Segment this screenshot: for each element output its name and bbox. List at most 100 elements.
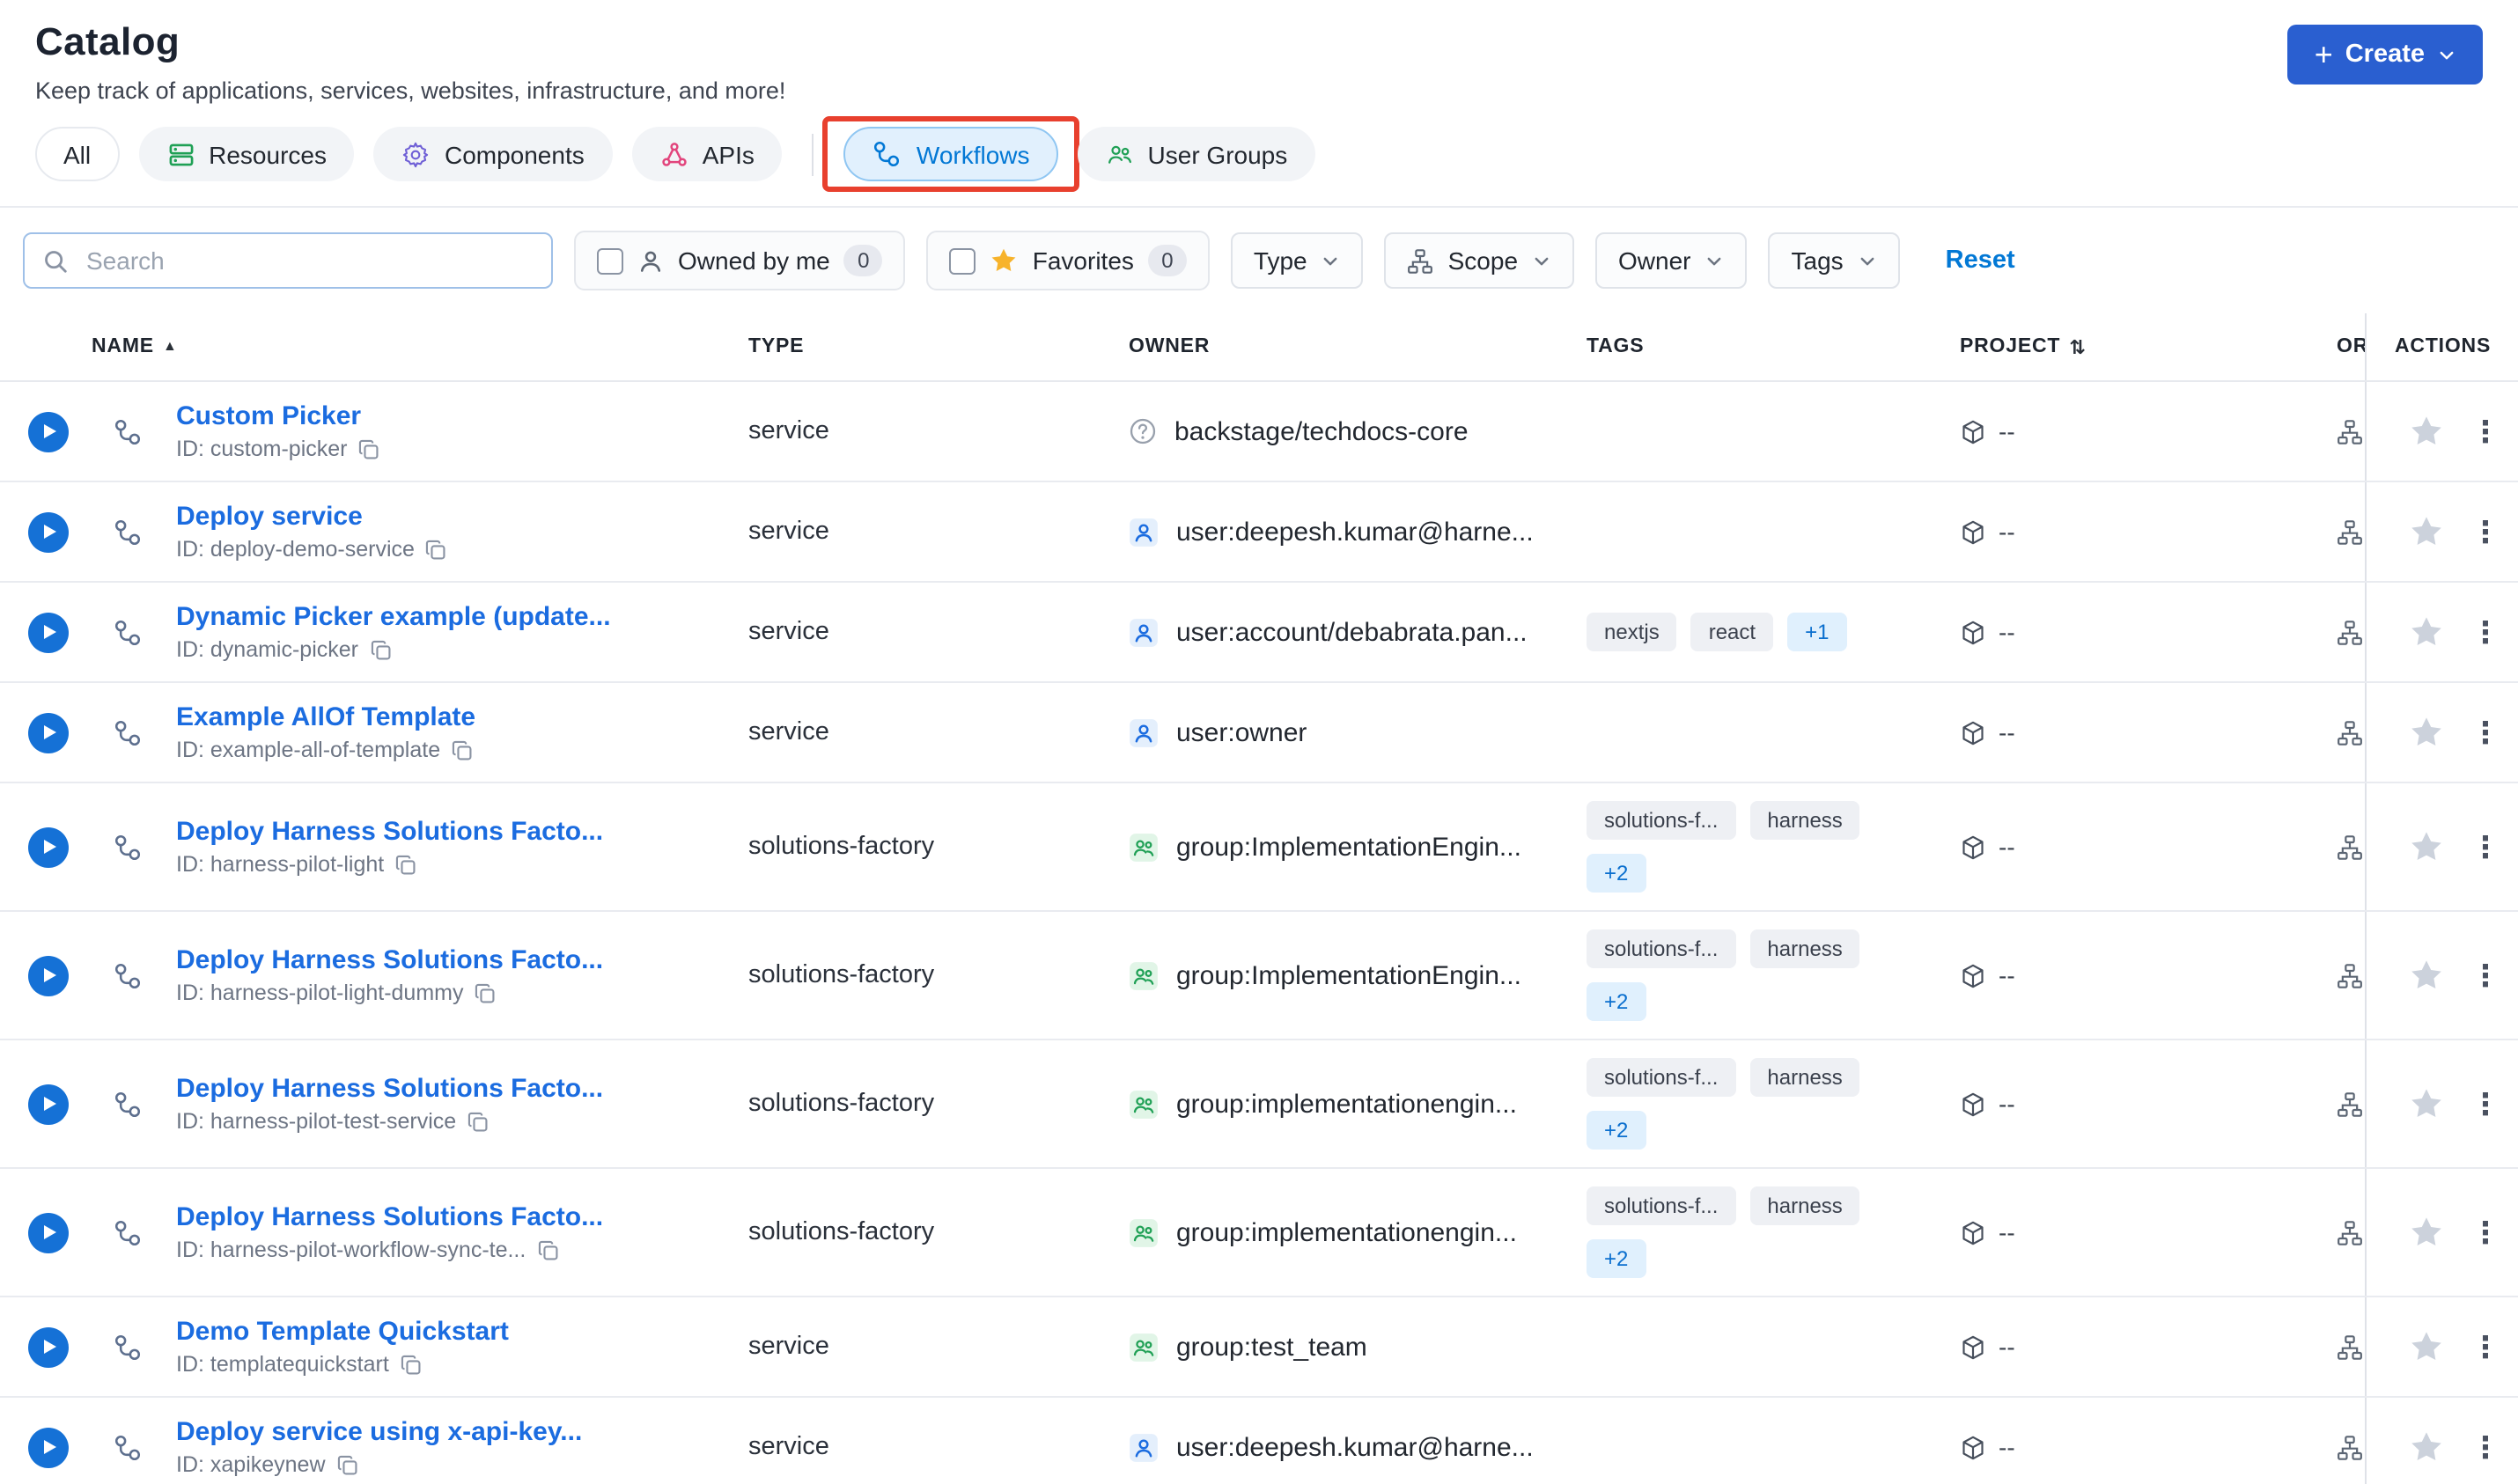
workflow-name-link[interactable]: Deploy Harness Solutions Facto... — [176, 1202, 603, 1232]
copy-icon[interactable] — [425, 538, 448, 561]
page-subtitle: Keep track of applications, services, we… — [35, 77, 786, 104]
favorite-star-icon[interactable] — [2409, 1215, 2444, 1250]
column-header-name[interactable]: NAME ▲ — [0, 336, 748, 357]
filter-dropdown-owner[interactable]: Owner — [1595, 232, 1748, 289]
favorite-star-icon[interactable] — [2409, 715, 2444, 750]
favorite-star-icon[interactable] — [2409, 829, 2444, 864]
launch-workflow-button[interactable] — [28, 712, 69, 753]
tab-workflows[interactable]: Workflows — [822, 116, 1080, 192]
workflow-name-link[interactable]: Dynamic Picker example (update... — [176, 602, 611, 632]
workflow-name-link[interactable]: Deploy service using x-api-key... — [176, 1417, 582, 1447]
copy-icon[interactable] — [475, 981, 497, 1004]
table-row: Deploy Harness Solutions Facto... ID: ha… — [0, 783, 2518, 912]
column-header-project[interactable]: PROJECT ⇅ — [1960, 336, 2337, 357]
copy-icon[interactable] — [451, 738, 474, 761]
copy-icon[interactable] — [369, 638, 392, 661]
tags-list — [1587, 514, 1921, 549]
kebab-menu-icon[interactable]: ⋮ — [2470, 1332, 2500, 1362]
workflow-name-link[interactable]: Deploy Harness Solutions Facto... — [176, 1074, 603, 1104]
kebab-menu-icon[interactable]: ⋮ — [2470, 1217, 2500, 1247]
kebab-menu-icon[interactable]: ⋮ — [2470, 832, 2500, 862]
filter-dropdown-tags[interactable]: Tags — [1768, 232, 1900, 289]
owner-value: group:implementationengin... — [1176, 1217, 1517, 1247]
copy-icon[interactable] — [358, 437, 381, 460]
copy-icon[interactable] — [400, 1353, 423, 1376]
type-value: solutions-factory — [748, 833, 935, 861]
kebab-menu-icon[interactable]: ⋮ — [2470, 416, 2500, 446]
launch-workflow-button[interactable] — [28, 511, 69, 552]
launch-workflow-button[interactable] — [28, 1427, 69, 1467]
type-value: service — [748, 518, 829, 546]
table-row: Demo Template Quickstart ID: templatequi… — [0, 1297, 2518, 1398]
search-box[interactable] — [23, 232, 553, 289]
workflow-name-link[interactable]: Example AllOf Template — [176, 702, 475, 732]
type-value: service — [748, 1333, 829, 1361]
package-icon — [1960, 619, 1986, 645]
reset-filters-link[interactable]: Reset — [1946, 246, 2015, 275]
workflow-id: ID: harness-pilot-workflow-sync-te... — [176, 1238, 526, 1262]
kebab-menu-icon[interactable]: ⋮ — [2470, 717, 2500, 747]
kebab-menu-icon[interactable]: ⋮ — [2470, 517, 2500, 547]
workflow-name-link[interactable]: Custom Picker — [176, 401, 361, 431]
workflow-icon — [113, 517, 143, 547]
launch-workflow-button[interactable] — [28, 612, 69, 652]
checkbox[interactable] — [597, 247, 623, 274]
components-icon — [402, 140, 431, 168]
tag-chip: solutions-f... — [1587, 801, 1736, 840]
workflow-name-link[interactable]: Deploy Harness Solutions Facto... — [176, 817, 603, 847]
launch-workflow-button[interactable] — [28, 826, 69, 867]
copy-icon[interactable] — [536, 1238, 559, 1261]
chevron-down-icon — [1705, 251, 1725, 270]
tab-apis[interactable]: APIs — [631, 127, 783, 181]
favorite-star-icon[interactable] — [2409, 1086, 2444, 1121]
workflow-name-link[interactable]: Deploy Harness Solutions Facto... — [176, 945, 603, 975]
tab-resources[interactable]: Resources — [138, 127, 355, 181]
chevron-down-icon — [2437, 45, 2456, 64]
filter-toggle-favorites[interactable]: Favorites 0 — [926, 231, 1210, 290]
copy-icon[interactable] — [336, 1453, 359, 1476]
workflow-icon — [113, 1432, 143, 1462]
launch-workflow-button[interactable] — [28, 1212, 69, 1253]
launch-workflow-button[interactable] — [28, 955, 69, 995]
filter-toggle-owned-by-me[interactable]: Owned by me 0 — [574, 231, 906, 290]
tab-components[interactable]: Components — [373, 127, 613, 181]
favorite-star-icon[interactable] — [2409, 414, 2444, 449]
user-icon — [1129, 1432, 1159, 1462]
kebab-menu-icon[interactable]: ⋮ — [2470, 617, 2500, 647]
catalog-page: Catalog Keep track of applications, serv… — [0, 0, 2518, 1484]
workflow-name-link[interactable]: Deploy service — [176, 502, 363, 532]
favorite-star-icon[interactable] — [2409, 1329, 2444, 1364]
workflow-id: ID: custom-picker — [176, 437, 348, 461]
launch-workflow-button[interactable] — [28, 1084, 69, 1124]
package-icon — [1960, 962, 1986, 988]
create-button[interactable]: + Create — [2287, 25, 2483, 84]
user-icon — [1129, 617, 1159, 647]
tab-all[interactable]: All — [35, 127, 120, 181]
filter-dropdown-scope[interactable]: Scope — [1384, 232, 1575, 289]
table-row: Example AllOf Template ID: example-all-o… — [0, 683, 2518, 783]
copy-icon[interactable] — [394, 853, 417, 876]
tag-chip: harness — [1749, 1186, 1860, 1225]
table-body: Custom Picker ID: custom-picker service … — [0, 382, 2518, 1484]
kebab-menu-icon[interactable]: ⋮ — [2470, 1432, 2500, 1462]
checkbox[interactable] — [949, 247, 976, 274]
owner-value: group:implementationengin... — [1176, 1089, 1517, 1119]
tags-list — [1587, 715, 1921, 750]
launch-workflow-button[interactable] — [28, 1326, 69, 1367]
favorite-star-icon[interactable] — [2409, 614, 2444, 650]
kebab-menu-icon[interactable]: ⋮ — [2470, 960, 2500, 990]
tag-chip: solutions-f... — [1587, 929, 1736, 968]
favorite-star-icon[interactable] — [2409, 958, 2444, 993]
favorite-star-icon[interactable] — [2409, 1429, 2444, 1465]
launch-workflow-button[interactable] — [28, 411, 69, 452]
owner-value: user:deepesh.kumar@harne... — [1176, 1432, 1534, 1462]
tab-user-groups[interactable]: User Groups — [1077, 127, 1316, 181]
sort-ascending-icon: ▲ — [162, 338, 178, 354]
workflow-name-link[interactable]: Demo Template Quickstart — [176, 1317, 509, 1347]
search-input[interactable] — [83, 245, 534, 276]
favorite-star-icon[interactable] — [2409, 514, 2444, 549]
tags-list: solutions-f... harness +2 — [1587, 1169, 1921, 1296]
copy-icon[interactable] — [467, 1110, 490, 1133]
kebab-menu-icon[interactable]: ⋮ — [2470, 1089, 2500, 1119]
filter-dropdown-type[interactable]: Type — [1230, 232, 1364, 289]
